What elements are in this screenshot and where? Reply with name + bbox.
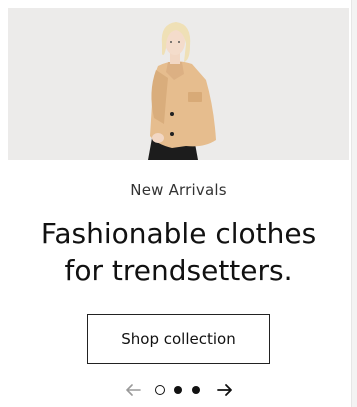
scrollbar-track[interactable] (351, 0, 357, 407)
slide-headline: Fashionable clothes for trendsetters. (0, 215, 357, 289)
arrow-right-icon (217, 384, 232, 396)
next-slide-button[interactable] (216, 381, 234, 399)
hero-image (8, 8, 349, 160)
carousel-pagination (0, 380, 357, 400)
model-photo (8, 8, 349, 160)
slide-eyebrow: New Arrivals (130, 181, 227, 199)
slide-dot-1[interactable] (155, 385, 165, 395)
shop-collection-button[interactable]: Shop collection (87, 314, 270, 364)
slide-dot-3[interactable] (192, 386, 200, 394)
previous-slide-button[interactable] (124, 381, 142, 399)
headline-line-2: for trendsetters. (64, 254, 293, 287)
slide-dot-2[interactable] (174, 386, 182, 394)
headline-line-1: Fashionable clothes (40, 217, 317, 250)
hero-carousel: New Arrivals Fashionable clothes for tre… (0, 0, 357, 407)
arrow-left-icon (126, 384, 141, 396)
